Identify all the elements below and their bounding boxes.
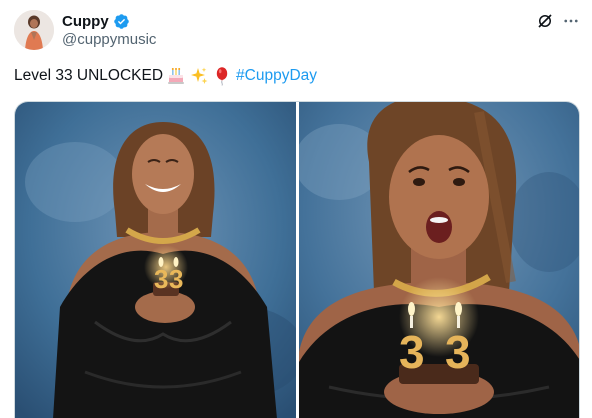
svg-text:3: 3 [399,326,425,378]
tweet-text: Level 33 UNLOCKED #CuppyDay [14,66,317,86]
media-grid: 3 3 3 3 [14,101,580,418]
red-balloon-emoji-icon [212,66,232,86]
avatar-photo [14,10,54,50]
photo-smiling-with-candles[interactable]: 3 3 [15,102,296,418]
photo-surprised-with-candles[interactable]: 3 3 [299,102,579,418]
hashtag-link[interactable]: #CuppyDay [236,66,317,86]
tweet-card[interactable]: Cuppy @cuppymusic Level 33 UNLOCKED #Cup… [0,0,592,418]
author-name-row: Cuppy [62,11,130,31]
more-options-icon[interactable] [562,12,580,30]
birthday-cake-emoji-icon [166,66,186,86]
verified-badge-icon[interactable] [113,13,130,30]
author-display-name[interactable]: Cuppy [62,13,109,30]
sparkles-emoji-icon [189,66,209,86]
author-handle[interactable]: @cuppymusic [62,31,156,48]
tweet-body: Level 33 UNLOCKED [14,67,164,84]
grok-icon[interactable] [536,12,554,30]
author-avatar[interactable] [14,10,54,50]
svg-text:3: 3 [445,326,471,378]
svg-text:3: 3 [154,264,168,294]
svg-text:3: 3 [169,264,183,294]
